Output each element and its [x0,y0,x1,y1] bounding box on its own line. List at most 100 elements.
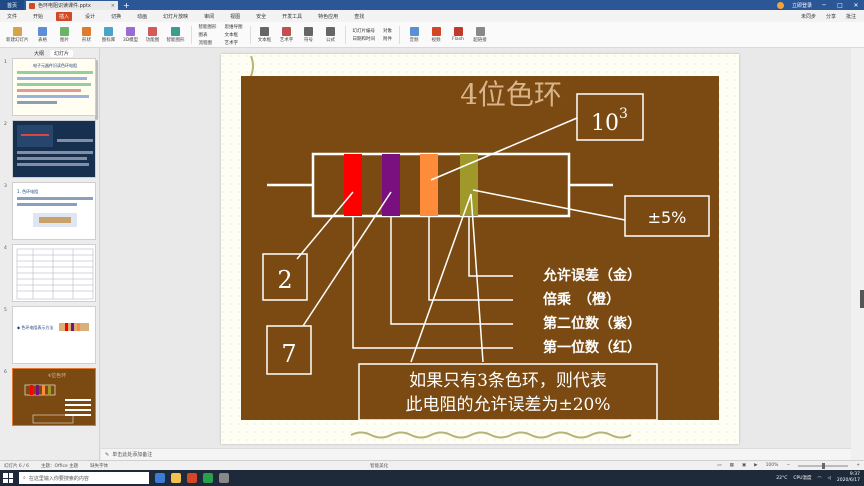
network-icon[interactable]: ◠ [818,476,822,481]
ribbon-button[interactable]: 新建幻灯片 [4,24,31,46]
ribbon-group: 思维导图文本框艺术字 [222,24,246,46]
slide-thumbnail-3[interactable]: 3 1. 色环电阻 [2,182,98,244]
ribbon-small-button[interactable]: 艺术字 [225,40,243,46]
wps-app-icon[interactable] [187,473,197,483]
status-bar: 幻灯片 6 / 6 主题：Office 主题 缺失字体 智能美化 ▭ ▦ ▣ ▶… [0,460,864,470]
ribbon-small-button[interactable]: 智能图形 [199,24,217,30]
ribbon-button[interactable]: 公式 [321,24,341,46]
label-second-digit[interactable]: 第二位数（紫） [543,315,641,332]
ribbon-button[interactable]: 文本框 [255,24,275,46]
color-band-orange[interactable] [420,154,438,216]
ribbon-separator [344,25,346,44]
normal-view-icon[interactable]: ▭ [717,463,721,468]
zoom-in-icon[interactable]: + [856,463,860,468]
slide-thumbnail-2[interactable]: 2 [2,120,98,182]
edge-browser-icon[interactable] [155,473,165,483]
menu-tab-file[interactable]: 文件 [4,12,20,21]
current-slide[interactable]: 4位色环 10 3 ±5% 2 7 允许误差（金） 倍乘 （橙） 第二位数（紫）… [221,54,739,444]
label-first-digit[interactable]: 第一位数（红） [543,339,641,356]
sorter-view-icon[interactable]: ▦ [730,463,734,468]
close-window-button[interactable]: ✕ [852,2,860,9]
ribbon-button[interactable]: 形状 [77,24,97,46]
menu-tab-home[interactable]: 开始 [30,12,46,21]
reading-view-icon[interactable]: ▣ [742,463,746,468]
zoom-out-icon[interactable]: − [786,463,790,468]
menu-tab-review[interactable]: 审阅 [201,12,217,21]
slide-number: 4 [4,246,7,251]
menu-tab-developer[interactable]: 开发工具 [279,12,305,21]
share-button[interactable]: 分享 [826,13,836,20]
beautify-button[interactable]: 智能美化 [370,463,388,469]
menu-tab-security[interactable]: 安全 [253,12,269,21]
slide-thumbnail-5[interactable]: 5 ◆ 色环电阻表示方法 [2,306,98,368]
ribbon-button-label: 智能图形 [166,37,185,43]
ribbon-button[interactable]: 表格 [33,24,53,46]
ribbon-button-icon [104,26,113,36]
play-icon[interactable]: ▶ [754,463,757,468]
ribbon-small-button[interactable]: 日期和时间 [353,36,376,42]
ribbon-button[interactable]: 功能图 [143,24,163,46]
wechat-app-icon[interactable] [203,473,213,483]
avatar[interactable] [776,1,784,9]
ribbon-button[interactable]: 超链接 [470,24,490,46]
menu-tab-animation[interactable]: 动画 [134,12,150,21]
login-link[interactable]: 立即登录 [792,2,812,9]
sync-status[interactable]: 未同步 [801,13,816,20]
notes-pane[interactable]: ✎ 单击此处添加备注 [101,448,851,460]
volume-icon[interactable]: ◁ [827,476,830,481]
color-band-red[interactable] [344,154,362,216]
zoom-slider[interactable] [798,462,849,469]
ribbon-button[interactable]: 音频 [404,24,424,46]
menu-tab-slideshow[interactable]: 幻灯片放映 [160,12,191,21]
scrollbar-thumb[interactable] [860,290,864,308]
ribbon-button[interactable]: 智能图形 [165,24,187,46]
ribbon-small-button[interactable]: 幻灯片编号 [353,28,376,34]
ribbon-button[interactable]: 3D模型 [121,24,141,46]
file-explorer-icon[interactable] [171,473,181,483]
missing-font-button[interactable]: 缺失字体 [90,463,108,469]
add-tab-icon[interactable]: + [123,1,130,10]
ribbon-button[interactable]: 艺术字 [277,24,297,46]
menu-tab-view[interactable]: 视图 [227,12,243,21]
ribbon-button[interactable]: 图标库 [99,24,119,46]
ribbon-small-button[interactable]: 附件 [383,36,392,42]
outline-tab[interactable]: 大纲 [34,50,44,57]
color-band-purple[interactable] [382,154,400,216]
ribbon-small-button[interactable]: 思维导图 [225,24,243,30]
menu-tab-insert[interactable]: 插入 [56,11,73,21]
slide-thumbnail-4[interactable]: 4 [2,244,98,306]
minimize-button[interactable]: ─ [820,2,828,9]
canvas-scrollbar[interactable] [851,48,864,460]
ribbon-button-label: 新建幻灯片 [6,37,29,43]
system-clock[interactable]: 9:37 2020/6/17 [837,472,860,484]
ribbon-small-button[interactable]: 对象 [383,28,392,34]
ribbon-button[interactable]: 图片 [55,24,75,46]
menu-tab-design[interactable]: 设计 [82,12,98,21]
menu-tab-features[interactable]: 特色应用 [315,12,341,21]
maximize-button[interactable]: □ [836,2,844,9]
slide-thumbnail-6[interactable]: 6 4位色环 [2,368,98,430]
close-tab-icon[interactable]: × [111,3,115,9]
slide-thumbnail-1[interactable]: 1 电子元器件识读色环电阻 [2,58,98,120]
menu-tab-transition[interactable]: 切换 [108,12,124,21]
label-tolerance[interactable]: 允许误差（金） [542,267,641,284]
label-multiplier[interactable]: 倍乘 （橙） [543,291,620,308]
zoom-level[interactable]: 100% [766,463,779,468]
menu-tab-search[interactable]: 查找 [351,12,367,21]
taskbar-search-input[interactable]: ⌕ 在这里输入你要搜索的内容 [19,472,149,484]
slides-tab[interactable]: 幻灯片 [50,49,74,57]
windows-start-icon[interactable] [3,473,13,483]
recorder-app-icon[interactable] [219,473,229,483]
ribbon-small-button[interactable]: 流程图 [199,40,217,46]
ribbon-button-icon [126,26,135,36]
ribbon-button[interactable]: 视频 [426,24,446,46]
ribbon-button[interactable]: Flash [448,24,468,46]
comment-button[interactable]: 批注 [846,13,856,20]
ribbon-small-button[interactable]: 文本框 [225,32,243,38]
ribbon-button[interactable]: 符号 [299,24,319,46]
slide-title[interactable]: 4位色环 [460,78,562,111]
home-tab[interactable]: 首页 [0,0,24,10]
ribbon-small-button[interactable]: 图表 [199,32,217,38]
document-tab[interactable]: 色环电阻识读课件.pptx × [26,1,118,10]
ribbon-group: 智能图形 图表 流程图 [196,24,220,46]
